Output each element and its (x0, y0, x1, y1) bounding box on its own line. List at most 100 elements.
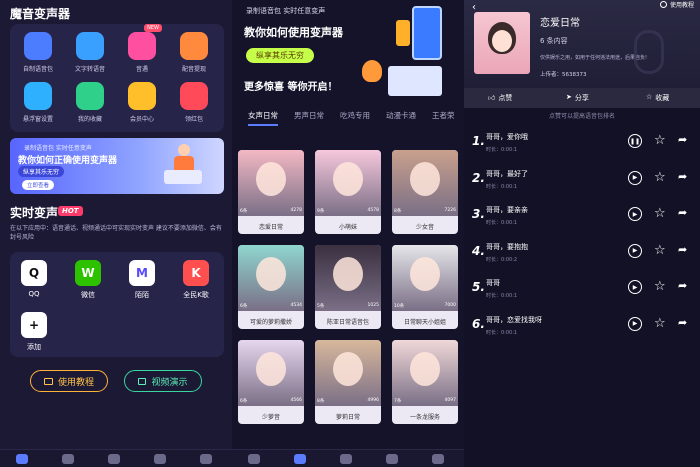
voice-pack-meta: 7条 4097 (394, 398, 456, 404)
voice-pack-meta: 6条 4534 (240, 303, 302, 309)
star-icon[interactable]: ☆ (654, 133, 666, 148)
voice-pack-card[interactable]: 7条 4097 一条龙服务 (392, 340, 458, 424)
voice-pack-name: 日常聊天小姐姐 (403, 319, 446, 326)
new-badge: NEW (144, 24, 162, 32)
play-icon[interactable]: ▶ (628, 170, 642, 185)
voice-pack-count: 5条 (317, 304, 325, 309)
voice-tab-icon[interactable] (62, 454, 74, 464)
hero-banner[interactable]: 录制语音包 实时任意变声 教你如何使用变声器 纵享其乐无穷 更多惊喜 等你开启！ (232, 0, 464, 104)
star-icon[interactable]: ☆ (654, 170, 666, 185)
play-icon[interactable]: ▶ (628, 243, 642, 258)
voice-pack-card[interactable]: 5条 1025 陈亚日常语音包 (315, 245, 381, 329)
voice-pack-count: 8条 (317, 399, 325, 404)
star-icon[interactable]: ☆ (654, 279, 666, 294)
action-bar: 👍︎ 点赞 ➤ 分享 ☆ 收藏 (464, 88, 700, 108)
voice-pack-name: 少女音 (415, 224, 434, 231)
star-icon: ☆ (646, 93, 653, 101)
pause-icon[interactable]: ❚❚ (628, 134, 642, 148)
voice-tab-icon[interactable] (294, 454, 306, 464)
app-1[interactable]: W 微信 (68, 260, 108, 300)
voice-pack-meta: 10条 7000 (394, 303, 456, 309)
send-icon: ➤ (566, 93, 572, 101)
help-icon (659, 1, 667, 8)
play-icon[interactable]: ▶ (628, 280, 642, 294)
voice-pack-card[interactable]: 8条 4996 萝莉日常 (315, 340, 381, 424)
tool-1[interactable]: 文字转语音 (66, 32, 114, 73)
voice-pack-plays: 4534 (290, 303, 302, 308)
share-icon[interactable]: ➦ (678, 243, 687, 256)
mic-tab-icon[interactable] (154, 454, 166, 464)
voice-pack-card[interactable]: 6条 4534 可爱的萝莉撒娇 (238, 245, 304, 329)
tool-4[interactable]: 悬浮窗设置 (14, 82, 62, 123)
tool-5[interactable]: 我的收藏 (66, 82, 114, 123)
voice-pack-count: 6条 (240, 304, 248, 309)
voice-pack-card[interactable]: 9条 4578 小萌妹 (315, 150, 381, 234)
voice-pack-cover (315, 150, 381, 216)
tool-icon (180, 32, 208, 60)
chat-tab-icon[interactable] (108, 454, 120, 464)
tool-2[interactable]: NEW 音遇 (118, 24, 166, 73)
voice-pack-card[interactable]: 10条 7000 日常聊天小姐姐 (392, 245, 458, 329)
home-panel: 魔音变声器 自制语音包 文字转语音 NEW 音遇 配音提现 悬浮窗设置 我的收藏 会员中心 领红… (0, 0, 232, 467)
voice-pack-card[interactable]: 6条 4566 少萝音 (238, 340, 304, 424)
promo-banner[interactable]: 录制语音包 实时任意变声 教你如何正确使用变声器 纵享其乐无穷 立即查看 (10, 138, 224, 194)
category-tab[interactable]: 吃鸡专用 (340, 110, 370, 121)
favorite-button[interactable]: ☆ 收藏 (646, 93, 669, 103)
app-0[interactable]: Q QQ (14, 260, 54, 298)
mic-tab-icon[interactable] (386, 454, 398, 464)
share-button[interactable]: ➤ 分享 (566, 93, 589, 103)
chat-tab-icon[interactable] (340, 454, 352, 464)
tool-icon (128, 82, 156, 110)
profile-tab-icon[interactable] (432, 454, 444, 464)
app-3[interactable]: K 全民K歌 (176, 260, 216, 300)
voice-pack-meta: 8条 7226 (394, 208, 456, 214)
share-icon[interactable]: ➦ (678, 133, 687, 146)
share-icon[interactable]: ➦ (678, 316, 687, 329)
play-icon[interactable]: ▶ (628, 316, 642, 331)
share-icon[interactable]: ➦ (678, 279, 687, 292)
category-tab[interactable]: 王者荣 (432, 110, 455, 121)
app-label: 全民K歌 (183, 291, 209, 299)
home-tab-icon[interactable] (16, 454, 28, 464)
help-label: 使用教程 (669, 2, 694, 9)
star-icon[interactable]: ☆ (654, 206, 666, 221)
voice-pack-count: 10条 (394, 304, 405, 309)
star-icon[interactable]: ☆ (654, 316, 666, 331)
tool-3[interactable]: 配音提现 (170, 32, 218, 73)
voice-pack-count: 8条 (394, 209, 402, 214)
tool-0[interactable]: 自制语音包 (14, 32, 62, 73)
share-icon[interactable]: ➦ (678, 206, 687, 219)
voice-pack-meta: 5条 1025 (317, 303, 379, 309)
tool-icon (76, 32, 104, 60)
category-tab[interactable]: 男声日常 (294, 110, 324, 121)
category-tab[interactable]: 动漫卡通 (386, 110, 416, 121)
tutorial-button[interactable]: 使用教程 (30, 370, 108, 392)
pack-cover-image (474, 12, 530, 74)
like-button[interactable]: 👍︎ 点赞 (488, 93, 512, 103)
category-tab[interactable]: 女声日常 (248, 110, 278, 126)
tool-label: 自制语音包 (22, 66, 53, 73)
detail-header: ‹ 使用教程 恋爱日常 6 条内容 仅供娱乐之用，如用于任何违法用途，后果自负!… (464, 0, 700, 88)
hero-calendar-illustration (388, 66, 442, 96)
tool-icon (76, 82, 104, 110)
share-icon[interactable]: ➦ (678, 170, 687, 183)
star-icon[interactable]: ☆ (654, 243, 666, 258)
banner-cta-button[interactable]: 立即查看 (22, 180, 55, 190)
voice-pack-name: 小萌妹 (338, 224, 357, 231)
voice-pack-meta: 6条 4566 (240, 398, 302, 404)
help-button[interactable]: 使用教程 (659, 0, 694, 9)
play-icon[interactable]: ▶ (628, 207, 642, 221)
app-2[interactable]: M 陌陌 (122, 260, 162, 300)
profile-tab-icon[interactable] (200, 454, 212, 464)
video-demo-button[interactable]: 视频演示 (124, 370, 202, 392)
tool-6[interactable]: 会员中心 (118, 82, 166, 123)
home-tab-icon[interactable] (248, 454, 260, 464)
hero-phone-illustration (412, 6, 442, 60)
tool-7[interactable]: 领红包 (170, 82, 218, 123)
track-row: 3. 哥哥，要亲亲 时长：0:00:1 ▶ ☆ ➦ (472, 201, 694, 237)
voice-pack-card[interactable]: 8条 7226 少女音 (392, 150, 458, 234)
voice-pack-card[interactable]: 6条 4278 恋爱日常 (238, 150, 304, 234)
track-duration: 时长：0:00:1 (486, 220, 518, 226)
app-4[interactable]: + 添加 (14, 312, 54, 352)
voice-pack-meta: 8条 4996 (317, 398, 379, 404)
